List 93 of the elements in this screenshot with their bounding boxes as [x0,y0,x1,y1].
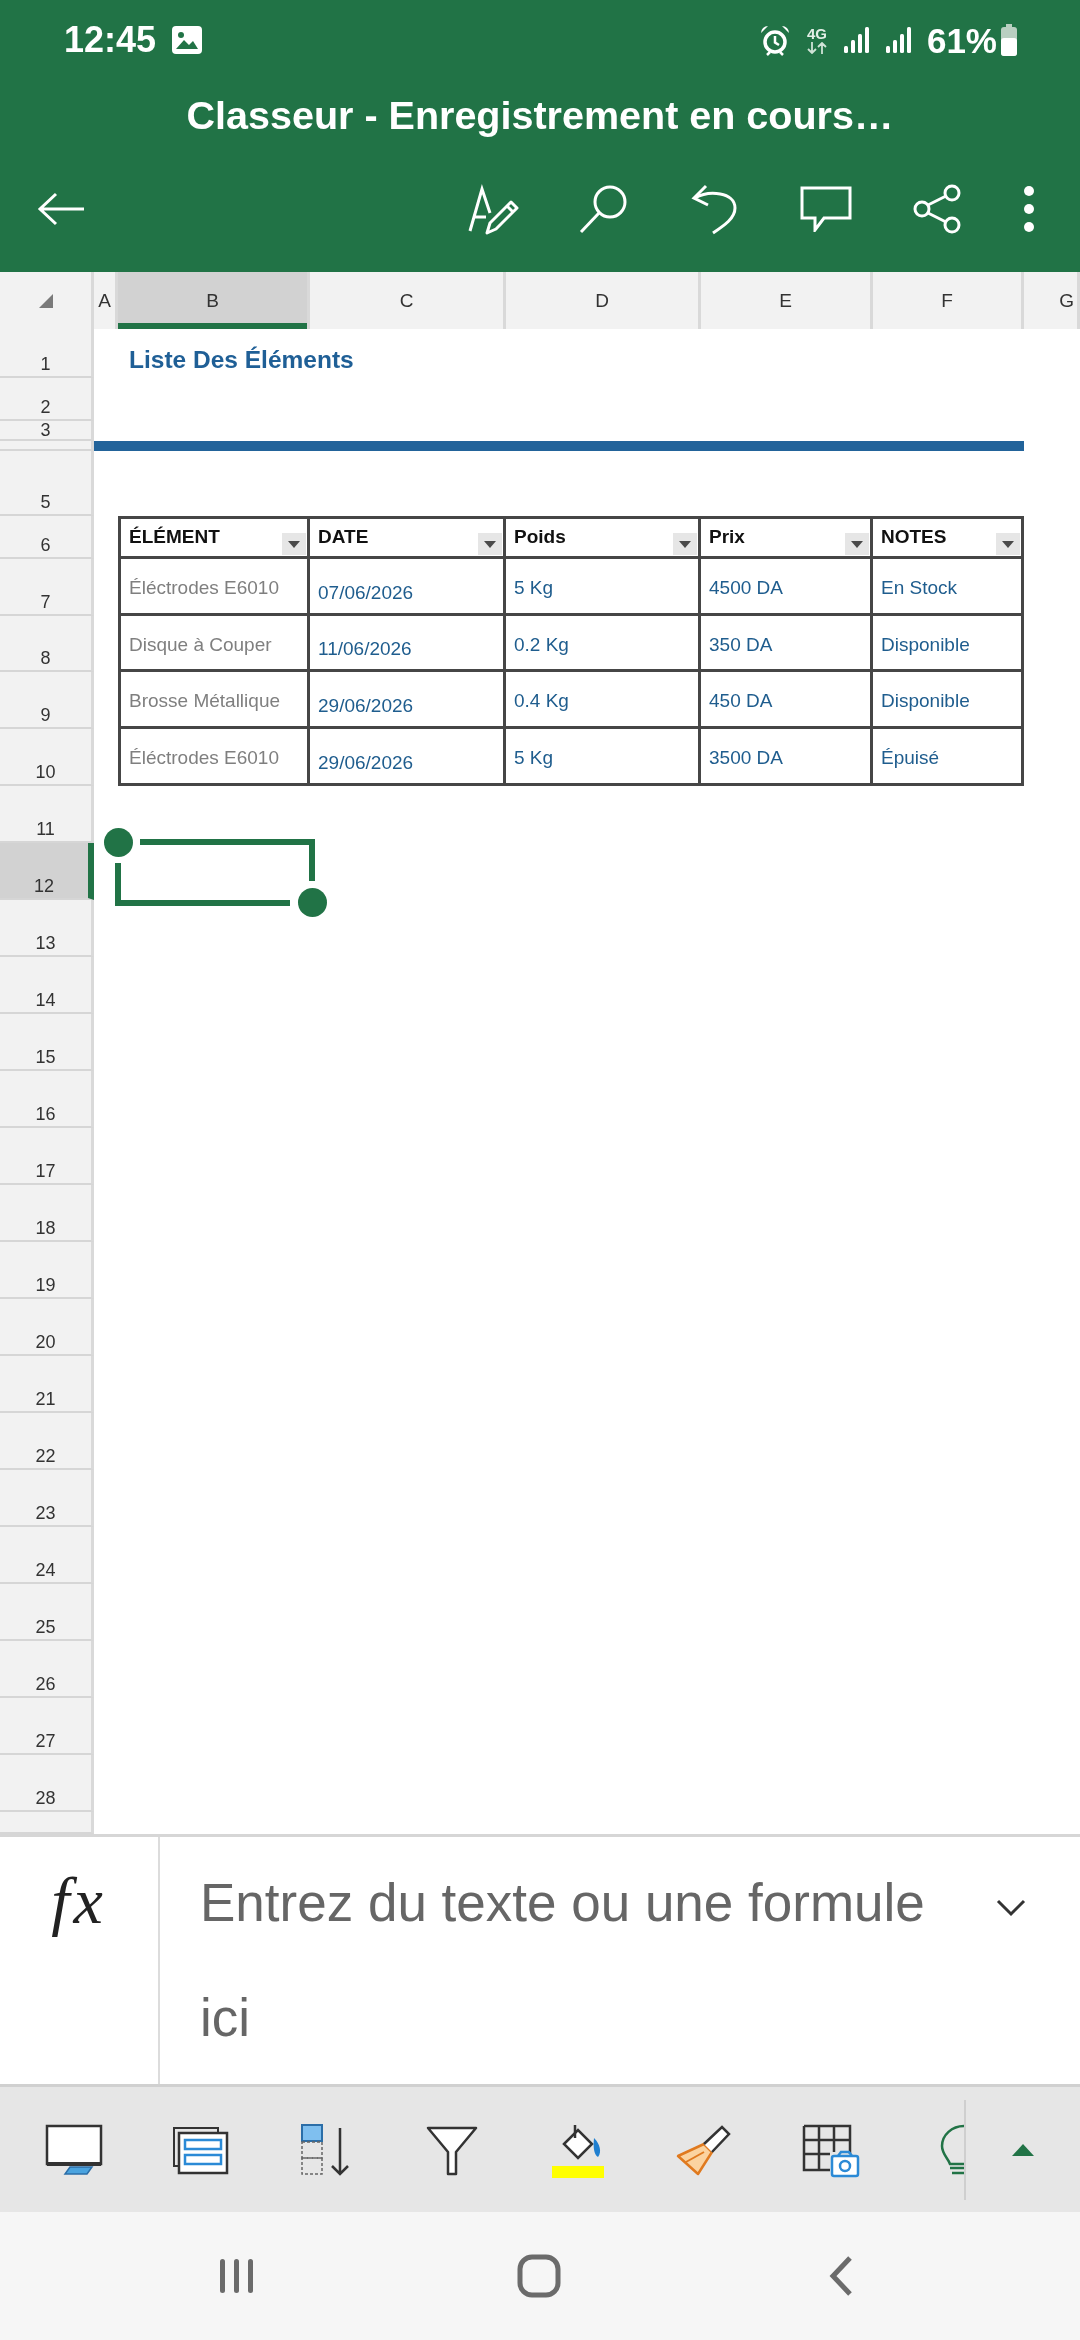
battery-icon [1001,24,1017,56]
caret-down-icon [484,540,496,548]
row-header[interactable]: 22 [0,1413,94,1470]
table-cell: Disponible [873,616,1024,672]
row-header[interactable]: 1 [0,329,94,378]
status-time: 12:45 [64,22,157,58]
row-header[interactable]: 2 [0,378,94,421]
caret-down-icon [288,540,300,548]
row-header[interactable]: 6 [0,516,94,559]
column-header[interactable]: E [701,272,873,329]
row-header[interactable]: 26 [0,1641,94,1698]
recent-apps-icon[interactable] [220,2258,254,2294]
column-title: Prix [709,525,745,550]
chevron-down-icon[interactable] [996,1899,1026,1917]
back-icon[interactable] [829,2255,853,2297]
row-header[interactable]: 9 [0,672,94,729]
row-header[interactable]: 18 [0,1185,94,1242]
row-header[interactable]: 11 [0,786,94,843]
table-cell: En Stock [873,559,1024,616]
column-header[interactable]: F [873,272,1024,329]
row-header[interactable]: 10 [0,729,94,786]
table-cell: 5 Kg [506,559,701,616]
signal-icon [842,27,869,53]
row-header[interactable]: 14 [0,957,94,1014]
filter-dropdown-button[interactable] [673,533,697,555]
caret-down-icon [851,540,863,548]
row-header[interactable]: 13 [0,900,94,957]
row-header[interactable]: 19 [0,1242,94,1299]
filter-dropdown-button[interactable] [845,533,869,555]
more-options-icon[interactable] [1022,183,1036,235]
row-header[interactable]: 20 [0,1299,94,1356]
table-cell: 11/06/2026 [310,616,506,672]
letter-pen-icon[interactable] [467,183,519,235]
network-type: 4G [806,26,827,41]
row-header[interactable]: 5 [0,451,94,516]
row-header[interactable]: 24 [0,1527,94,1584]
image-icon [172,26,203,54]
filter-dropdown-button[interactable] [478,533,502,555]
table-cell: 5 Kg [506,729,701,786]
home-icon[interactable] [517,2254,561,2298]
triangle-icon [38,293,53,308]
row-header[interactable]: 16 [0,1071,94,1128]
table-cell: Épuisé [873,729,1024,786]
table-cell: 350 DA [701,616,873,672]
filter-dropdown-button[interactable] [282,533,306,555]
filter-dropdown-button[interactable] [996,533,1020,555]
selection-handle[interactable] [104,828,133,857]
selection-handle[interactable] [298,888,327,917]
sheet-title: Liste Des Éléments [128,344,355,375]
table-cell: 0.4 Kg [506,672,701,729]
table-cell: Disque à Couper [118,616,310,672]
column-title: ÉLÉMENT [129,525,220,550]
row-header[interactable]: 7 [0,559,94,616]
table-cell: 3500 DA [701,729,873,786]
row-header[interactable]: 21 [0,1356,94,1413]
column-header[interactable]: D [506,272,701,329]
row-header[interactable]: 12 [0,843,94,900]
table-cell: 450 DA [701,672,873,729]
row-header[interactable]: 23 [0,1470,94,1527]
column-header[interactable]: G [1024,272,1080,329]
row-header[interactable]: 15 [0,1014,94,1071]
column-header[interactable]: A [94,272,118,329]
caret-down-icon [1002,540,1014,548]
row-header[interactable]: 27 [0,1698,94,1755]
row-header[interactable]: 17 [0,1128,94,1185]
battery-percentage: 61% [926,22,997,58]
comment-icon[interactable] [800,186,852,232]
table-cell: 29/06/2026 [310,672,506,729]
alarm-clock-icon [758,24,791,56]
table-cell: Éléctrodes E6010 [118,559,310,616]
table-cell: 4500 DA [701,559,873,616]
row-header[interactable]: 28 [0,1755,94,1812]
column-title: DATE [318,525,369,550]
share-icon[interactable] [911,183,963,235]
column-header[interactable]: C [310,272,506,329]
caret-up-icon[interactable] [1012,2143,1034,2156]
column-title: Poids [514,525,566,550]
table-cell: Disponible [873,672,1024,729]
row-header[interactable]: 25 [0,1584,94,1641]
table-cell: 0.2 Kg [506,616,701,672]
signal-icon [884,27,911,53]
column-header[interactable]: B [118,272,310,329]
table-cell: 29/06/2026 [310,729,506,786]
row-header[interactable]: 8 [0,616,94,672]
column-title: NOTES [881,525,947,550]
table-cell: Éléctrodes E6010 [118,729,310,786]
row-header[interactable]: 3 [0,421,94,441]
document-title: Classeur - Enregistrement en cours… [186,92,894,140]
table-cell: 07/06/2026 [310,559,506,616]
back-arrow-icon[interactable] [37,192,85,226]
caret-down-icon [679,540,691,548]
data-arrows-icon [806,42,827,54]
table-cell: Brosse Métallique [118,672,310,729]
